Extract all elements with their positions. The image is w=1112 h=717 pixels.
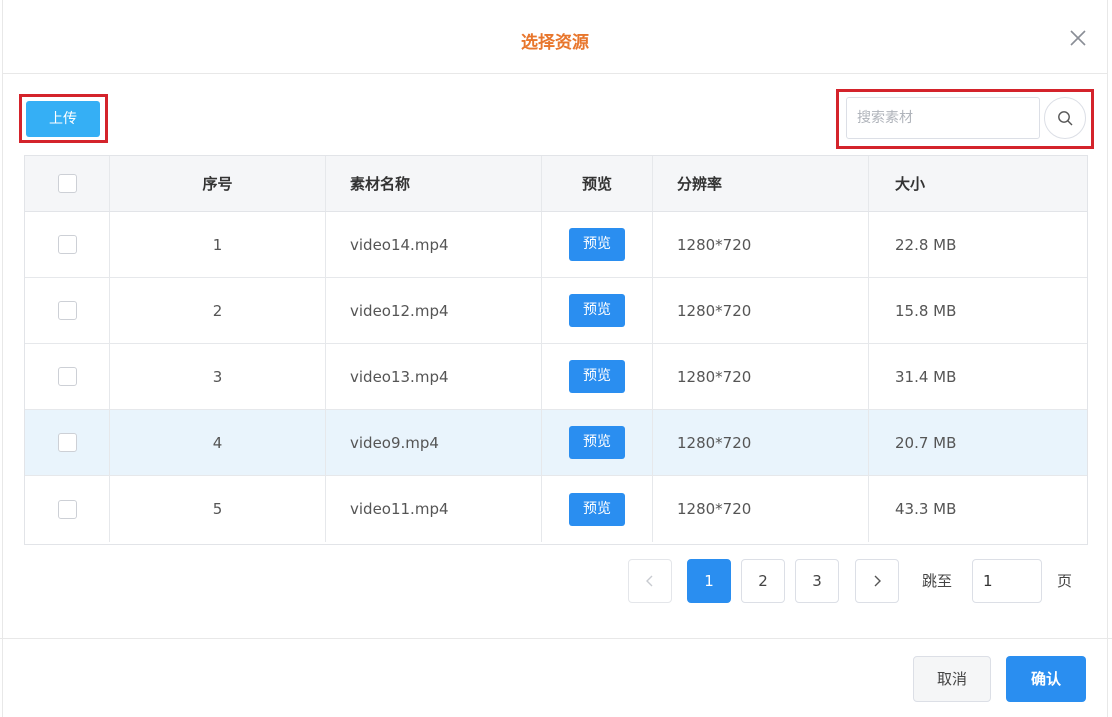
row-name: video13.mp4 bbox=[326, 344, 542, 409]
row-resolution: 1280*720 bbox=[653, 278, 869, 343]
page-button-3[interactable]: 3 bbox=[795, 559, 839, 603]
page-button-2[interactable]: 2 bbox=[741, 559, 785, 603]
column-header-name: 素材名称 bbox=[326, 156, 542, 211]
footer-divider bbox=[0, 638, 1112, 639]
dialog-header: 选择资源 bbox=[3, 0, 1107, 74]
search-icon bbox=[1058, 111, 1073, 126]
chevron-left-icon bbox=[646, 575, 653, 587]
confirm-button[interactable]: 确认 bbox=[1006, 656, 1086, 702]
chevron-right-icon bbox=[874, 575, 881, 587]
page-button-1[interactable]: 1 bbox=[687, 559, 731, 603]
search-button[interactable] bbox=[1044, 97, 1086, 139]
row-index: 5 bbox=[110, 476, 326, 542]
row-size: 31.4 MB bbox=[895, 367, 957, 386]
upload-button[interactable]: 上传 bbox=[26, 101, 100, 137]
column-header-preview: 预览 bbox=[542, 156, 653, 211]
row-resolution: 1280*720 bbox=[653, 410, 869, 475]
prev-page-button[interactable] bbox=[628, 559, 672, 603]
table-row[interactable]: 1 video14.mp4 预览 1280*720 22.8 MB bbox=[25, 212, 1087, 278]
preview-button[interactable]: 预览 bbox=[569, 228, 625, 261]
close-icon bbox=[1070, 30, 1086, 46]
search-highlight-box bbox=[836, 89, 1094, 149]
select-all-checkbox[interactable] bbox=[57, 174, 77, 193]
row-name: video12.mp4 bbox=[326, 278, 542, 343]
jump-page-input[interactable] bbox=[972, 559, 1042, 603]
upload-highlight-box: 上传 bbox=[19, 94, 108, 143]
resource-table: 序号 素材名称 预览 分辨率 大小 1 video14.mp4 预览 1280*… bbox=[24, 155, 1088, 545]
row-checkbox[interactable] bbox=[57, 499, 77, 519]
table-row[interactable]: 3 video13.mp4 预览 1280*720 31.4 MB bbox=[25, 344, 1087, 410]
row-checkbox[interactable] bbox=[57, 235, 77, 254]
row-index: 3 bbox=[110, 344, 326, 409]
row-index: 1 bbox=[110, 212, 326, 277]
row-name: video14.mp4 bbox=[326, 212, 542, 277]
column-header-size: 大小 bbox=[895, 175, 926, 193]
next-page-button[interactable] bbox=[855, 559, 899, 603]
preview-button[interactable]: 预览 bbox=[569, 426, 625, 459]
row-size: 43.3 MB bbox=[895, 500, 957, 518]
table-row[interactable]: 4 video9.mp4 预览 1280*720 20.7 MB bbox=[25, 410, 1087, 476]
table-header-row: 序号 素材名称 预览 分辨率 大小 bbox=[25, 156, 1087, 212]
jump-label: 跳至 bbox=[922, 572, 953, 590]
row-resolution: 1280*720 bbox=[653, 476, 869, 542]
column-header-index: 序号 bbox=[110, 156, 326, 211]
row-checkbox[interactable] bbox=[57, 433, 77, 452]
row-index: 4 bbox=[110, 410, 326, 475]
row-resolution: 1280*720 bbox=[653, 212, 869, 277]
row-size: 22.8 MB bbox=[895, 235, 957, 254]
close-button[interactable] bbox=[1065, 25, 1091, 51]
row-index: 2 bbox=[110, 278, 326, 343]
row-name: video11.mp4 bbox=[326, 476, 542, 542]
preview-button[interactable]: 预览 bbox=[569, 294, 625, 327]
search-input[interactable] bbox=[846, 97, 1040, 139]
row-resolution: 1280*720 bbox=[653, 344, 869, 409]
row-name: video9.mp4 bbox=[326, 410, 542, 475]
row-checkbox[interactable] bbox=[57, 367, 77, 386]
row-size: 20.7 MB bbox=[895, 433, 957, 452]
preview-button[interactable]: 预览 bbox=[569, 360, 625, 393]
dialog-title: 选择资源 bbox=[521, 33, 589, 53]
table-row[interactable]: 5 video11.mp4 预览 1280*720 43.3 MB bbox=[25, 476, 1087, 542]
cancel-button[interactable]: 取消 bbox=[913, 656, 991, 702]
row-size: 15.8 MB bbox=[895, 301, 957, 320]
column-header-resolution: 分辨率 bbox=[653, 156, 869, 211]
table-row[interactable]: 2 video12.mp4 预览 1280*720 15.8 MB bbox=[25, 278, 1087, 344]
preview-button[interactable]: 预览 bbox=[569, 492, 625, 526]
page-suffix-label: 页 bbox=[1057, 572, 1073, 590]
row-checkbox[interactable] bbox=[57, 301, 77, 320]
